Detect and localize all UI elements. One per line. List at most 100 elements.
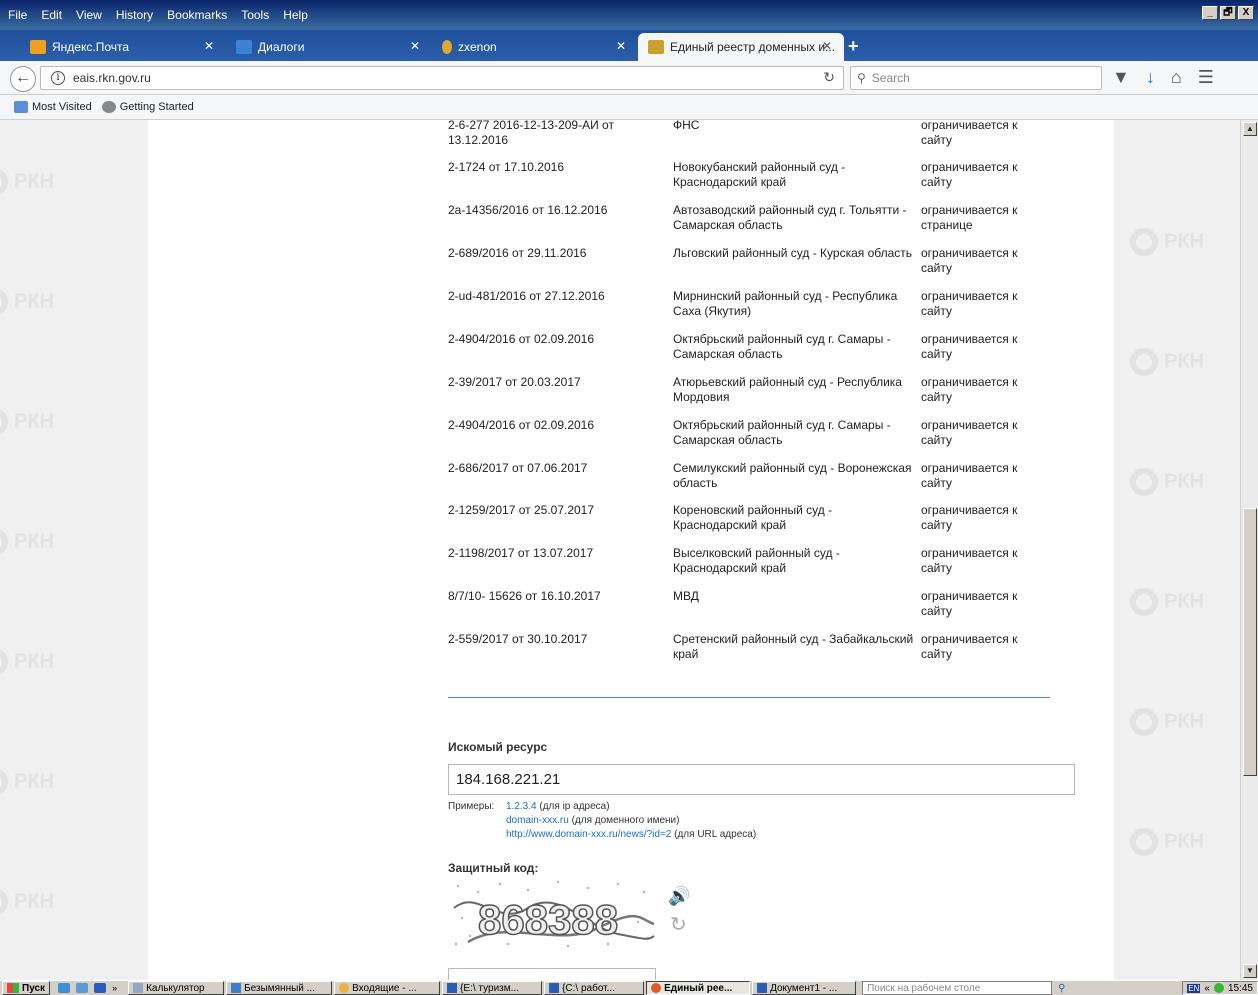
start-label: Пуск [22, 982, 46, 994]
url-text: eais.rkn.gov.ru [73, 71, 151, 85]
download-icon[interactable]: ↓ [1146, 67, 1155, 88]
audio-captcha-icon[interactable]: 🔊 [668, 886, 690, 907]
tab-label: Яндекс.Почта [52, 40, 130, 54]
tab-label: Единый реестр доменных и... [670, 40, 836, 54]
example-note: (для URL адреса) [674, 829, 757, 840]
restore-button[interactable]: 🗗 [1220, 6, 1236, 20]
menu-bookmarks[interactable]: Bookmarks [167, 8, 227, 22]
search-icon[interactable]: ⚲ [1058, 983, 1065, 994]
decision-number: 2-4904/2016 от 02.09.2016 [448, 332, 595, 346]
close-tab-icon[interactable]: ✕ [204, 39, 214, 53]
resource-input[interactable]: 184.168.221.21 [448, 764, 1075, 795]
menu-edit[interactable]: Edit [41, 8, 62, 22]
decision-number: 2-ud-481/2016 от 27.12.2016 [448, 289, 605, 303]
info-icon[interactable]: i [51, 71, 65, 85]
search-placeholder: Search [871, 71, 910, 85]
vertical-scrollbar[interactable]: ▲ ▼ [1240, 120, 1258, 980]
calculator-icon [133, 983, 144, 993]
refresh-captcha-icon[interactable]: ↻ [670, 912, 687, 937]
restriction-scope: ограничивается к сайту [921, 503, 1018, 532]
watermark-logo: РКН [0, 768, 54, 796]
menu-tools[interactable]: Tools [241, 8, 269, 22]
close-tab-icon[interactable]: ✕ [616, 39, 626, 53]
desktop-icon[interactable] [76, 983, 89, 993]
decision-number: 2-4904/2016 от 02.09.2016 [448, 418, 595, 432]
close-tab-icon[interactable]: ✕ [822, 39, 832, 53]
tray-app-icon[interactable] [1213, 983, 1224, 993]
start-button[interactable]: Пуск [2, 981, 51, 995]
watermark-logo: РКН [0, 888, 54, 916]
menu-history[interactable]: History [116, 8, 153, 22]
reload-icon[interactable]: ↻ [823, 69, 835, 86]
example-note: (для ip адреса) [539, 801, 610, 812]
restriction-scope: ограничивается к сайту [921, 332, 1018, 361]
new-tab-button[interactable]: + [848, 36, 859, 57]
watermark-logo: РКН [1130, 348, 1204, 376]
pocket-icon[interactable]: ▼ [1112, 67, 1130, 88]
folder-icon [447, 983, 458, 993]
close-tab-icon[interactable]: ✕ [410, 39, 420, 53]
taskbar-item[interactable]: Калькулятор [128, 981, 225, 995]
issuing-authority: Льговский районный суд - Курская область [673, 246, 913, 260]
decision-number: 2-559/2017 от 30.10.2017 [448, 632, 588, 646]
search-input[interactable]: ⚲ Search [850, 66, 1102, 90]
ie-icon[interactable] [58, 983, 71, 993]
toolbar-icons: ▼ ↓ ⌂ ☰ [1112, 67, 1214, 88]
examples-list: 1.2.3.4 (для ip адреса) domain-xxx.ru (д… [506, 800, 906, 842]
system-tray: EN « 15:45 [1182, 981, 1258, 995]
restriction-scope: ограничивается к сайту [921, 418, 1018, 447]
decision-number: 2а-14356/2016 от 16.12.2016 [448, 203, 608, 217]
scroll-up-arrow[interactable]: ▲ [1243, 122, 1257, 136]
restriction-scope: ограничивается к сайту [921, 589, 1018, 618]
minimize-button[interactable]: _ [1202, 6, 1218, 20]
example-link[interactable]: http://www.domain-xxx.ru/news/?id=2 [506, 829, 671, 840]
total-commander-icon[interactable] [94, 983, 107, 993]
home-icon[interactable]: ⌂ [1171, 67, 1182, 88]
restriction-scope: ограничивается к сайту [921, 632, 1018, 661]
bookmark-getting-started[interactable]: Getting Started [101, 101, 194, 113]
scroll-thumb[interactable] [1243, 508, 1257, 776]
language-indicator[interactable]: EN [1187, 983, 1201, 993]
example-note: (для доменного имени) [571, 815, 680, 826]
menu-view[interactable]: View [76, 8, 102, 22]
tab-registry[interactable]: Единый реестр доменных и... ✕ [638, 33, 844, 61]
watermark-logo: РКН [1130, 468, 1204, 496]
navigation-bar: ← i eais.rkn.gov.ru ↻ ⚲ Search ▼ ↓ ⌂ ☰ [0, 61, 1258, 95]
tab-dialogs[interactable]: Диалоги ✕ [226, 33, 432, 61]
watermark-logo: РКН [0, 648, 54, 676]
example-link[interactable]: 1.2.3.4 [506, 801, 537, 812]
captcha-input[interactable] [448, 968, 656, 980]
window-controls: _ 🗗 X [1202, 6, 1254, 20]
menu-help[interactable]: Help [283, 8, 308, 22]
restriction-scope: ограничивается к сайту [921, 120, 1018, 147]
address-bar[interactable]: i eais.rkn.gov.ru ↻ [40, 66, 844, 90]
menu-icon[interactable]: ☰ [1198, 67, 1214, 88]
example-link[interactable]: domain-xxx.ru [506, 815, 569, 826]
taskbar-item[interactable]: Безымянный ... [226, 981, 333, 995]
watermark-logo: РКН [1130, 708, 1204, 736]
taskbar-item-active[interactable]: Единый рее... [646, 981, 751, 995]
decision-number: 2-1259/2017 от 25.07.2017 [448, 503, 595, 517]
watermark-logo: РКН [1130, 228, 1204, 256]
restriction-scope: ограничивается к сайту [921, 461, 1018, 490]
restriction-scope: ограничивается к сайту [921, 160, 1018, 189]
menu-file[interactable]: File [8, 8, 27, 22]
taskbar-item[interactable]: Документ1 - ... [752, 981, 857, 995]
restriction-scope: ограничивается к сайту [921, 289, 1018, 318]
taskbar-item[interactable]: {C:\ работ... [544, 981, 645, 995]
tab-yandex-mail[interactable]: Яндекс.Почта ✕ [20, 33, 226, 61]
tab-strip: Яндекс.Почта ✕ Диалоги ✕ zxenon ✕ Единый… [0, 30, 1258, 61]
desktop-search-input[interactable]: Поиск на рабочем столе [862, 981, 1053, 995]
decision-number: 2-689/2016 от 29.11.2016 [448, 246, 587, 260]
scroll-down-arrow[interactable]: ▼ [1243, 964, 1257, 978]
issuing-authority: Семилукский районный суд - Воронежская о… [673, 461, 912, 490]
bookmark-most-visited[interactable]: Most Visited [14, 101, 92, 113]
tab-zxenon[interactable]: zxenon ✕ [432, 33, 638, 61]
taskbar-item[interactable]: {E:\ туризм... [442, 981, 543, 995]
decision-number: 2-1198/2017 от 13.07.2017 [448, 546, 594, 560]
back-button[interactable]: ← [10, 66, 36, 92]
close-window-button[interactable]: X [1238, 6, 1254, 20]
tray-chevron-icon[interactable]: « [1204, 983, 1210, 994]
taskbar-item[interactable]: Входящие - ... [334, 981, 441, 995]
chevron-icon[interactable]: » [112, 983, 120, 993]
